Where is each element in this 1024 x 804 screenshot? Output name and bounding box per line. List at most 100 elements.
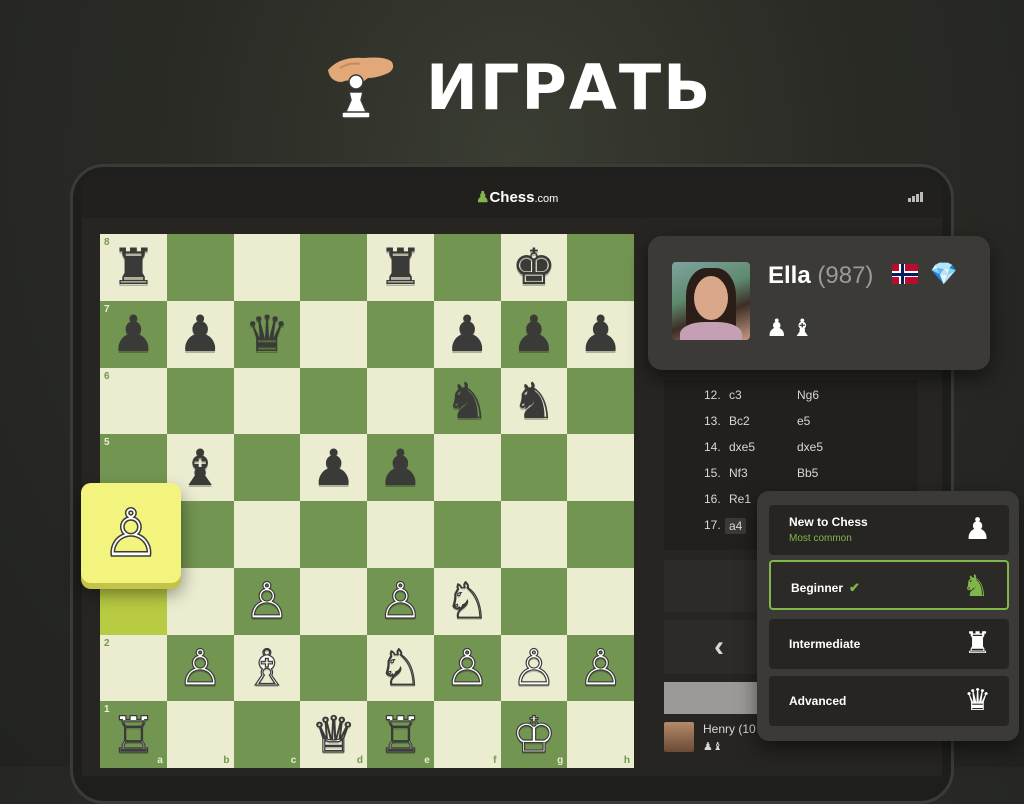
square-h1[interactable]: h xyxy=(567,701,634,768)
file-label: c xyxy=(290,755,297,766)
square-h8[interactable] xyxy=(567,234,634,301)
white-piece-g1[interactable]: ♔ xyxy=(501,701,568,768)
square-d4[interactable] xyxy=(300,501,367,568)
black-piece-h7[interactable]: ♟ xyxy=(567,301,634,368)
rank-label: 6 xyxy=(104,370,110,382)
black-piece-g7[interactable]: ♟ xyxy=(501,301,568,368)
square-e6[interactable] xyxy=(367,367,434,435)
black-piece-c7[interactable]: ♛ xyxy=(234,301,301,368)
white-piece-f3[interactable]: ♘ xyxy=(434,568,501,635)
white-piece-b2[interactable]: ♙ xyxy=(167,635,234,702)
white-move[interactable]: Bc2 xyxy=(729,414,750,428)
white-move[interactable]: c3 xyxy=(729,388,742,402)
square-h3[interactable] xyxy=(567,567,634,635)
white-piece-e3[interactable]: ♙ xyxy=(367,568,434,635)
white-piece-g2[interactable]: ♙ xyxy=(501,635,568,702)
black-piece-g6[interactable]: ♞ xyxy=(501,368,568,435)
white-piece-e2[interactable]: ♘ xyxy=(367,635,434,702)
move-number: 13. xyxy=(704,414,721,428)
square-h5[interactable] xyxy=(567,434,634,501)
logo-text: Chess xyxy=(489,189,535,206)
move-row[interactable]: 15. Nf3 Bb5 xyxy=(664,466,918,492)
square-c1[interactable]: c xyxy=(233,701,301,768)
white-pawn-icon: ♙ xyxy=(101,494,162,573)
square-c4[interactable] xyxy=(233,501,301,568)
page-title: ИГРАТЬ xyxy=(426,51,713,124)
square-h4[interactable] xyxy=(567,501,634,568)
square-d8[interactable] xyxy=(300,234,367,301)
chess-com-logo[interactable]: ♟Chess.com xyxy=(476,188,558,206)
dragged-pawn-card[interactable]: ♙ xyxy=(81,483,181,583)
black-piece-a7[interactable]: ♟ xyxy=(100,301,167,368)
white-piece-c3[interactable]: ♙ xyxy=(234,568,301,635)
level-piece-icon: ♞ xyxy=(962,569,989,604)
black-piece-b7[interactable]: ♟ xyxy=(167,301,234,368)
move-number: 12. xyxy=(704,388,721,402)
black-piece-e8[interactable]: ♜ xyxy=(367,234,434,301)
opponent-captured-pieces: ♟♝ xyxy=(766,314,818,342)
square-b6[interactable] xyxy=(166,367,234,435)
square-a6[interactable]: 6 xyxy=(100,367,167,435)
opponent-card: Ella (987) 💎 ♟♝ xyxy=(648,236,990,370)
move-number: 16. xyxy=(704,492,721,506)
white-move[interactable]: Re1 xyxy=(729,492,751,506)
square-e7[interactable] xyxy=(367,300,434,368)
level-option-intermediate[interactable]: Intermediate ♜ xyxy=(769,619,1009,669)
square-f1[interactable]: f xyxy=(433,701,501,768)
white-piece-h2[interactable]: ♙ xyxy=(567,635,634,702)
player-rating: (10 xyxy=(738,722,756,736)
square-d7[interactable] xyxy=(300,300,367,368)
square-c5[interactable] xyxy=(233,434,301,501)
level-option-advanced[interactable]: Advanced ♛ xyxy=(769,676,1009,726)
opponent-name: Ella (987) xyxy=(768,262,873,290)
white-piece-a1[interactable]: ♖ xyxy=(100,701,167,768)
square-d2[interactable] xyxy=(300,634,367,702)
logo-pawn-icon: ♟ xyxy=(476,189,490,206)
square-g5[interactable] xyxy=(500,434,568,501)
black-move[interactable]: Ng6 xyxy=(797,388,819,402)
level-piece-icon: ♛ xyxy=(964,683,991,718)
white-move[interactable]: Nf3 xyxy=(729,466,748,480)
white-move[interactable]: dxe5 xyxy=(729,440,755,454)
square-f4[interactable] xyxy=(433,501,501,568)
square-c6[interactable] xyxy=(233,367,301,435)
square-h6[interactable] xyxy=(567,367,634,435)
black-move[interactable]: e5 xyxy=(797,414,810,428)
white-piece-d1[interactable]: ♕ xyxy=(300,701,367,768)
logo-suffix: .com xyxy=(534,193,559,205)
square-d3[interactable] xyxy=(300,567,367,635)
square-e4[interactable] xyxy=(367,501,434,568)
square-a2[interactable]: 2 xyxy=(100,634,167,702)
move-number: 17. xyxy=(704,518,721,532)
move-row[interactable]: 13. Bc2 e5 xyxy=(664,414,918,440)
move-row[interactable]: 12. c3 Ng6 xyxy=(664,388,918,414)
black-piece-g8[interactable]: ♚ xyxy=(501,234,568,301)
black-piece-f6[interactable]: ♞ xyxy=(434,368,501,435)
black-piece-d5[interactable]: ♟ xyxy=(300,434,367,501)
black-piece-e5[interactable]: ♟ xyxy=(367,434,434,501)
opponent-rating: (987) xyxy=(817,262,874,289)
move-row[interactable]: 14. dxe5 dxe5 xyxy=(664,440,918,466)
square-g4[interactable] xyxy=(500,501,568,568)
black-piece-a8[interactable]: ♜ xyxy=(100,234,167,301)
square-f8[interactable] xyxy=(433,234,501,301)
square-b8[interactable] xyxy=(166,234,234,301)
black-move[interactable]: dxe5 xyxy=(797,440,823,454)
white-move[interactable]: a4 xyxy=(725,518,747,534)
banner: ИГРАТЬ xyxy=(0,48,1024,138)
level-option-new-to-chess[interactable]: New to Chess Most common ♟ xyxy=(769,505,1009,555)
white-piece-e1[interactable]: ♖ xyxy=(367,701,434,768)
level-label: New to Chess xyxy=(789,515,868,529)
black-piece-f7[interactable]: ♟ xyxy=(434,301,501,368)
black-move[interactable]: Bb5 xyxy=(797,466,818,480)
square-d6[interactable] xyxy=(300,367,367,435)
white-piece-f2[interactable]: ♙ xyxy=(434,635,501,702)
level-option-beginner[interactable]: Beginner ✔ ♞ xyxy=(769,560,1009,610)
action-bar[interactable] xyxy=(664,682,764,714)
opponent-avatar xyxy=(672,262,750,340)
square-g3[interactable] xyxy=(500,567,568,635)
square-c8[interactable] xyxy=(233,234,301,301)
white-piece-c2[interactable]: ♗ xyxy=(234,635,301,702)
square-b1[interactable]: b xyxy=(166,701,234,768)
square-f5[interactable] xyxy=(433,434,501,501)
